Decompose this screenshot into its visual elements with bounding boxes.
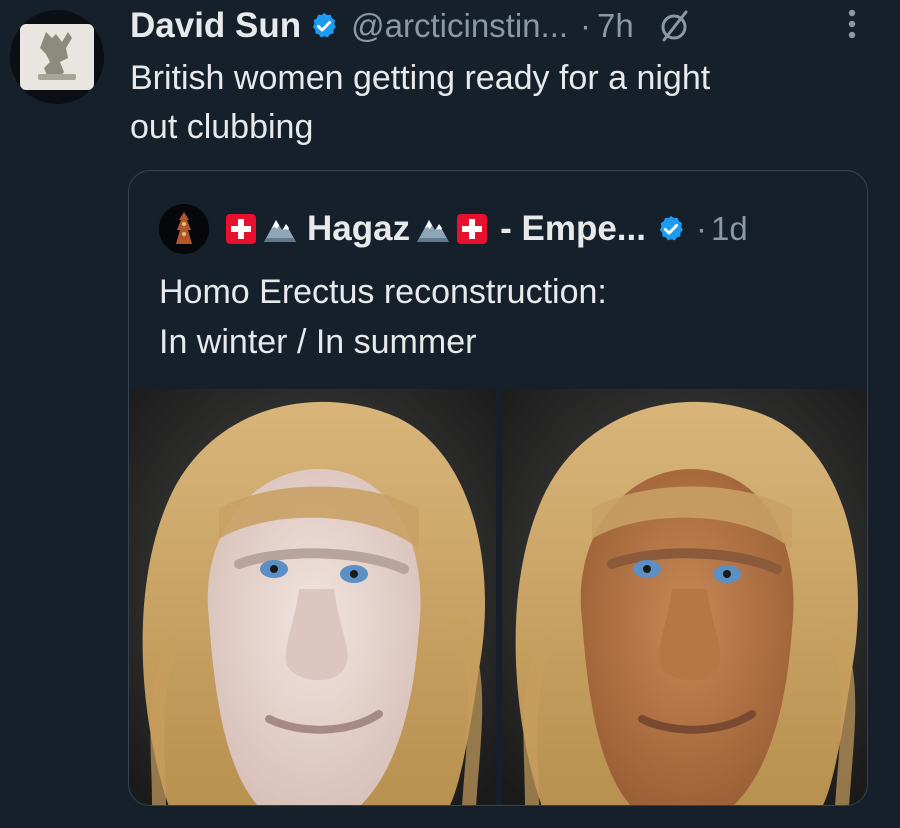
quoted-tweet[interactable]: Hagaz - Empe... · 1d Homo Erectus recons… — [128, 170, 868, 806]
quoted-tweet-text: Homo Erectus reconstruction: In winter /… — [159, 267, 849, 367]
more-vertical-icon[interactable] — [846, 6, 858, 42]
snow-mountain-icon — [417, 220, 450, 242]
quoted-tweet-header: Hagaz - Empe... · 1d — [159, 201, 847, 257]
author-name[interactable]: David Sun — [130, 6, 301, 46]
tweet-text: British women getting ready for a night … — [130, 54, 870, 152]
separator-dot: · — [695, 210, 707, 247]
quoted-author-avatar[interactable] — [159, 204, 209, 254]
author-handle[interactable]: @arcticinstin... — [351, 7, 568, 45]
author-avatar[interactable] — [10, 10, 104, 104]
quoted-text-line: In winter / In summer — [159, 323, 477, 361]
verified-badge-icon — [313, 12, 337, 38]
tweet[interactable]: David Sun @arcticinstin... · 7h British … — [0, 0, 900, 828]
swiss-flag-icon — [226, 214, 256, 244]
snow-mountain-icon — [264, 220, 296, 242]
quoted-author-name-suffix[interactable]: - Empe... — [500, 209, 646, 249]
verified-badge-icon — [659, 215, 683, 241]
swiss-flag-icon — [457, 214, 488, 244]
tweet-timestamp[interactable]: 7h — [597, 7, 634, 45]
media-image-winter[interactable] — [129, 389, 496, 805]
tweet-text-line: out clubbing — [130, 108, 314, 146]
tweet-text-line: British women getting ready for a night — [130, 59, 711, 97]
tweet-header: David Sun @arcticinstin... · 7h — [130, 4, 890, 48]
quoted-tweet-timestamp[interactable]: 1d — [711, 210, 748, 248]
quoted-author-name[interactable]: Hagaz — [307, 209, 410, 249]
media-image-summer[interactable] — [502, 389, 867, 805]
separator-dot: · — [580, 7, 592, 44]
slashed-circle-icon — [661, 10, 688, 42]
quoted-media-grid[interactable] — [129, 389, 867, 805]
quoted-text-line: Homo Erectus reconstruction: — [159, 273, 607, 311]
